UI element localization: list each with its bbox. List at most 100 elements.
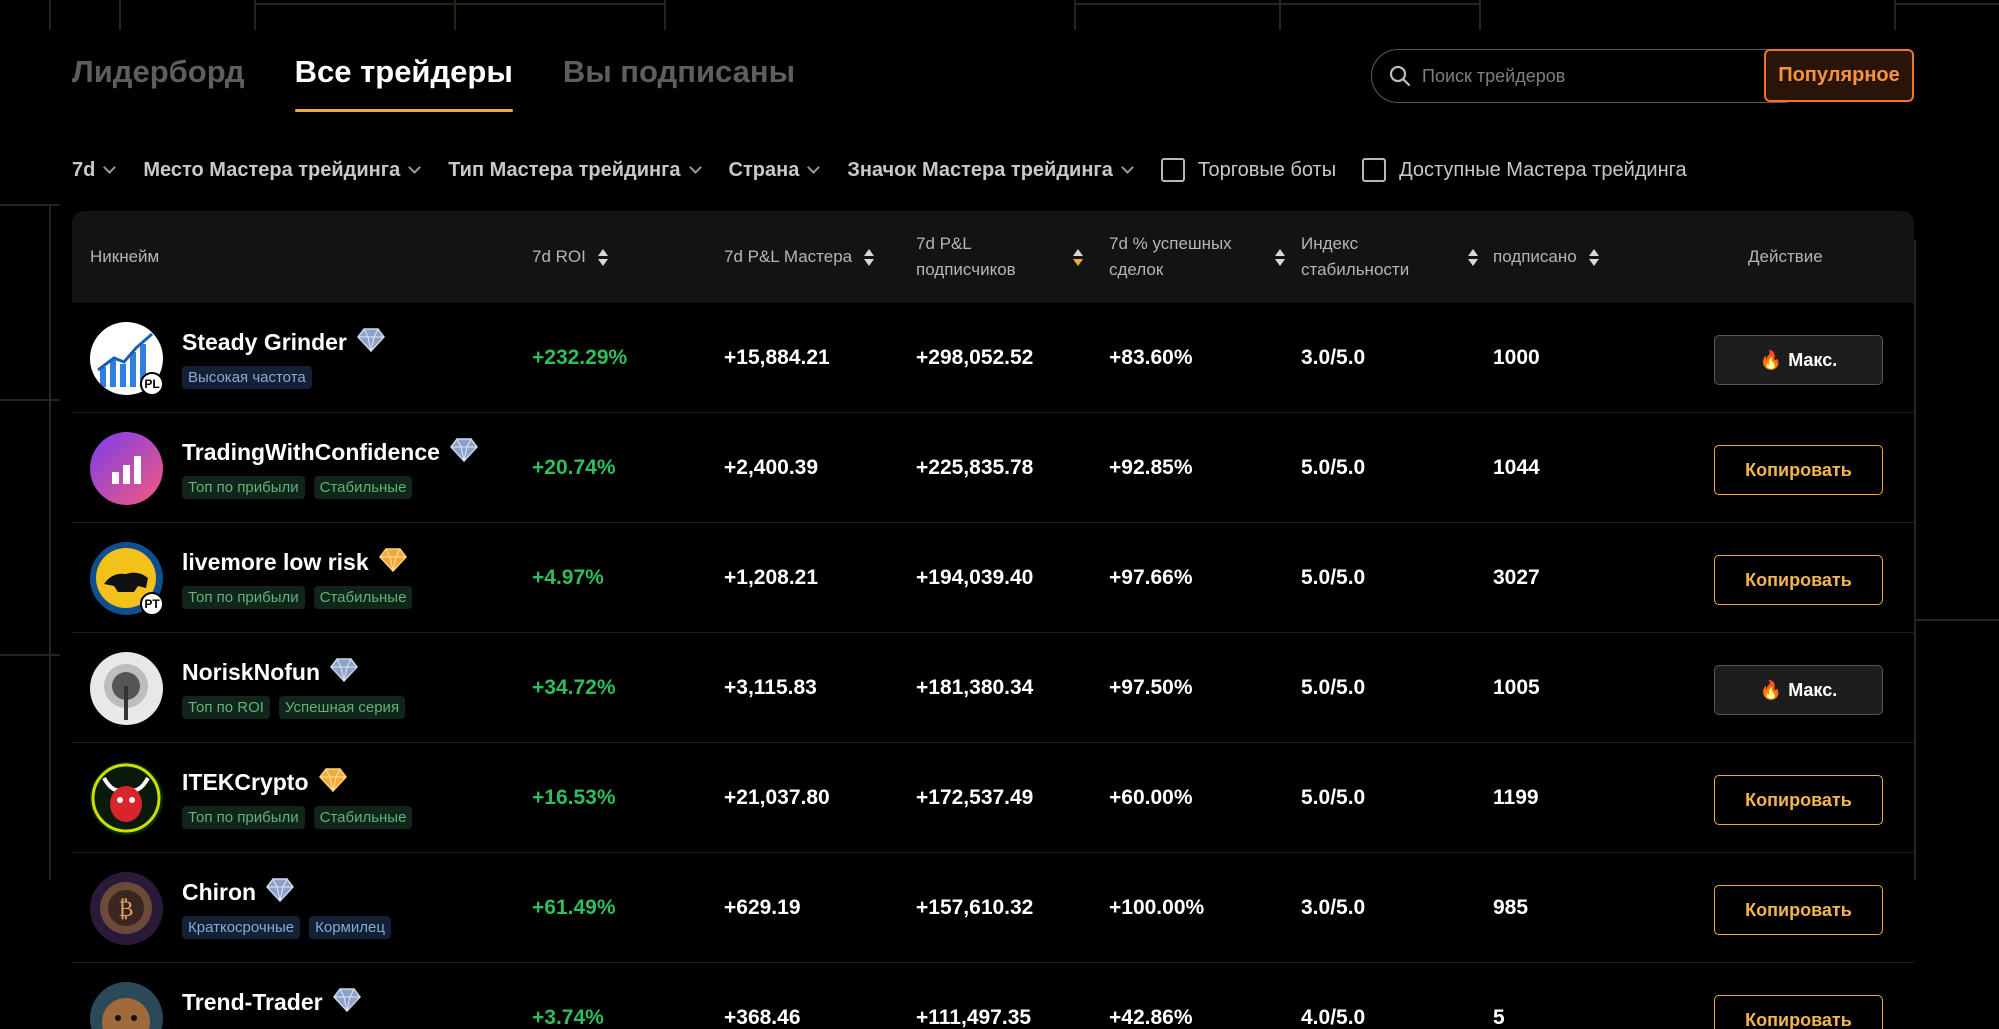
gold-badge-icon [378,545,408,579]
bots-checkbox[interactable]: Торговые боты [1160,158,1336,182]
table-row[interactable]: PL Steady Grinder Высокая частота +232.29% +… [72,303,1914,413]
search-box[interactable] [1371,49,1810,103]
diamond-icon [449,435,479,469]
trader-name-text[interactable]: Steady Grinder [182,329,347,356]
avatar[interactable] [90,982,163,1029]
pnl-master-value: +3,115.83 [724,676,817,699]
pnl-followers-value: +181,380.34 [916,676,1034,699]
avatar[interactable] [90,762,163,835]
copy-button[interactable]: Копировать [1714,995,1883,1029]
filter-bar: 7d Место Мастера трейдинга Тип Мастера т… [72,155,1713,185]
country-dropdown[interactable]: Страна [729,159,821,182]
chevron-down-icon [688,161,702,174]
place-dropdown[interactable]: Место Мастера трейдинга [143,159,422,182]
trader-name[interactable]: Steady Grinder [182,325,386,359]
badge-label: Значок Мастера трейдинга [847,158,1113,181]
checkbox-box[interactable] [1362,158,1387,182]
popular-button[interactable]: Популярное [1764,49,1914,102]
copy-button[interactable]: Копировать [1714,555,1883,605]
pnl-followers-value: +172,537.49 [916,786,1034,809]
pnl-followers-value: +111,497.35 [916,1006,1032,1029]
sort-icon[interactable] [597,248,608,266]
avatar[interactable]: ₿ [90,872,163,945]
sort-icon-active[interactable] [1073,248,1083,266]
tab-leaderboard[interactable]: Лидерборд [72,54,245,112]
sort-icon[interactable] [1275,248,1285,266]
col-followers[interactable]: подписано [1493,211,1599,303]
stability-value: 5.0/5.0 [1301,566,1366,589]
table-row[interactable]: TradingWithConfidence Топ по прибыли Стаби… [72,413,1914,523]
trader-name[interactable]: TradingWithConfidence [182,435,479,469]
trader-name-text[interactable]: NoriskNofun [182,659,320,686]
col-pnl-master[interactable]: 7d P&L Мастера [724,211,875,303]
pnl-followers-value: +157,610.32 [916,896,1034,919]
stability-value: 5.0/5.0 [1301,676,1366,699]
col-pnl-master-label: 7d P&L Мастера [724,247,853,266]
col-action: Действие [1748,211,1823,303]
trader-name-text[interactable]: Trend-Trader [182,989,323,1016]
table-body: PL Steady Grinder Высокая частота +232.29% +… [72,303,1914,1029]
roi-value: +61.49% [532,896,616,919]
type-dropdown[interactable]: Тип Мастера трейдинга [448,158,702,182]
avatar[interactable] [90,432,163,505]
fire-icon: 🔥 [1759,679,1783,700]
pnl-followers-value: +194,039.40 [916,566,1034,589]
table-row[interactable]: ₿ Chiron Краткосрочные Кормилец +61.49% +629.… [72,853,1914,963]
col-stability-label: Индекс стабильности [1301,234,1410,279]
trader-name[interactable]: Trend-Trader [182,985,362,1019]
col-win-rate[interactable]: 7d % успешных сделок [1109,211,1285,303]
tab-subscribed[interactable]: Вы подписаны [563,54,795,112]
trader-name-text[interactable]: livemore low risk [182,549,369,576]
stability-value: 3.0/5.0 [1301,346,1366,369]
trader-name[interactable]: livemore low risk [182,545,408,579]
pnl-followers-value: +298,052.52 [916,346,1034,369]
period-dropdown[interactable]: 7d [72,159,117,182]
avatar[interactable] [90,652,163,725]
trader-tags: Топ по прибыли Стабильные [182,586,413,609]
table-row[interactable]: PT livemore low risk Топ по прибыли Стабиль… [72,523,1914,633]
table-header: Никнейм 7d ROI 7d P&L Мастера 7d P&L под… [72,211,1914,303]
search-icon [1389,65,1411,87]
diamond-icon [265,875,295,909]
max-button-label: Макс. [1788,679,1838,700]
search-input[interactable] [1422,65,1782,87]
sort-icon[interactable] [1468,248,1478,266]
tag-badge: Топ по ROI [182,696,270,719]
followers-value: 1199 [1493,786,1539,809]
copy-button[interactable]: Копировать [1714,775,1883,825]
col-nickname: Никнейм [90,211,159,303]
tag-badge: Стабильные [313,806,413,829]
col-pnl-followers-label: 7d P&L подписчиков [916,234,1016,279]
trader-name-text[interactable]: TradingWithConfidence [182,439,440,466]
col-stability[interactable]: Индекс стабильности [1301,211,1478,303]
diamond-icon [332,985,362,1019]
roi-value: +3.74% [532,1006,604,1029]
max-button[interactable]: 🔥 Макс. [1714,665,1883,715]
trader-name-text[interactable]: ITEKCrypto [182,769,309,796]
fire-icon: 🔥 [1759,349,1783,370]
tab-all-traders[interactable]: Все трейдеры [294,54,514,112]
badge-dropdown[interactable]: Значок Мастера трейдинга [847,158,1134,182]
sort-icon[interactable] [864,248,875,266]
trader-name[interactable]: ITEKCrypto [182,765,348,799]
trader-name[interactable]: NoriskNofun [182,655,359,689]
followers-value: 1000 [1493,346,1540,369]
type-label: Тип Мастера трейдинга [448,158,681,181]
table-row[interactable]: Trend-Trader +3.74% +368.46 +111,497.35 +42.… [72,963,1914,1029]
trader-name-text[interactable]: Chiron [182,879,256,906]
copy-button[interactable]: Копировать [1714,885,1883,935]
copy-button[interactable]: Копировать [1714,445,1883,495]
table-row[interactable]: ITEKCrypto Топ по прибыли Стабильные +16.53… [72,743,1914,853]
col-nickname-label: Никнейм [90,247,160,266]
checkbox-box[interactable] [1160,158,1185,182]
sort-icon[interactable] [1588,248,1599,266]
tag-badge: Стабильные [313,586,413,609]
col-pnl-followers[interactable]: 7d P&L подписчиков [916,211,1083,303]
trader-name[interactable]: Chiron [182,875,295,909]
trader-tags: Топ по ROI Успешная серия [182,696,406,719]
available-checkbox[interactable]: Доступные Мастера трейдинга [1362,158,1687,182]
col-roi[interactable]: 7d ROI [532,211,608,303]
max-button[interactable]: 🔥 Макс. [1714,335,1883,385]
trader-tags: Топ по прибыли Стабильные [182,476,413,499]
table-row[interactable]: NoriskNofun Топ по ROI Успешная серия +34.7… [72,633,1914,743]
